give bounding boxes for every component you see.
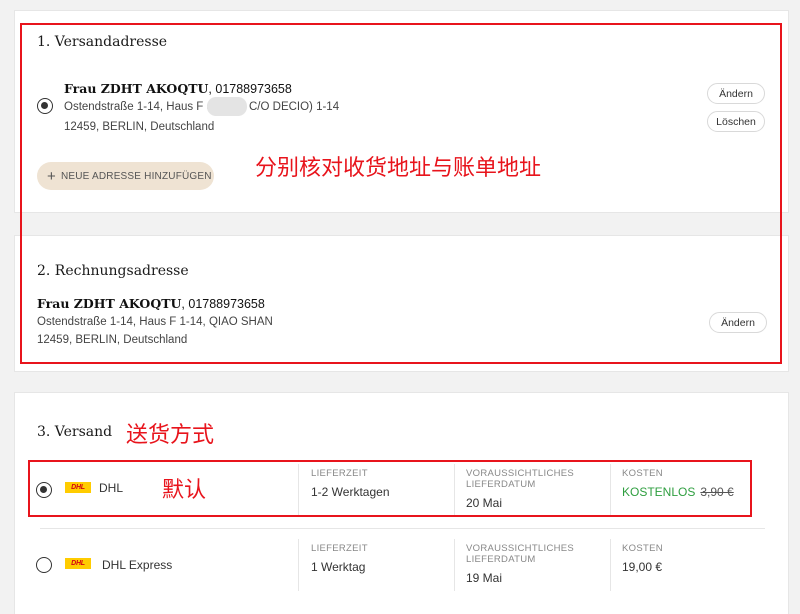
billing-address-street: Ostendstraße 1-14, Haus F 1-14, QIAO SHA…: [37, 316, 273, 328]
billing-address-title: 2. Rechnungsadresse: [37, 263, 189, 279]
section-divider: [14, 212, 789, 236]
shipping-address-name-line: Frau ZDHT AKOQTU, 01788973658: [64, 81, 292, 96]
est-date-label-line2: LIEFERDATUM: [466, 554, 536, 565]
redacted-text: [207, 97, 247, 116]
column-divider: [454, 464, 455, 516]
delivery-time-label: LIEFERZEIT: [311, 468, 368, 479]
est-date-value: 19 Mai: [466, 571, 503, 585]
column-divider: [298, 539, 299, 591]
shipping-method-annotation: 送货方式: [126, 423, 215, 448]
shipping-option-carrier: DHL: [99, 481, 124, 495]
column-divider: [610, 464, 611, 516]
shipping-method-title: 3. Versand: [37, 424, 113, 440]
billing-address-name-line: Frau ZDHT AKOQTU, 01788973658: [37, 296, 265, 311]
shipping-option-dhl-express[interactable]: DHL DHL Express LIEFERZEIT 1 Werktag VOR…: [28, 535, 766, 597]
column-divider: [454, 539, 455, 591]
shipping-address-title: 1. Versandadresse: [37, 34, 168, 50]
add-new-address-button[interactable]: + NEUE ADRESSE HINZUFÜGEN: [37, 162, 214, 190]
column-divider: [298, 464, 299, 516]
cost-label: KOSTEN: [622, 468, 663, 479]
cost-value: 19,00 €: [622, 560, 663, 574]
delivery-time-value: 1-2 Werktagen: [311, 485, 390, 499]
add-new-address-label: NEUE ADRESSE HINZUFÜGEN: [60, 170, 212, 182]
delivery-time-value: 1 Werktag: [311, 560, 366, 574]
edit-shipping-address-button[interactable]: Ändern: [707, 83, 765, 104]
edit-billing-address-button[interactable]: Ändern: [709, 312, 767, 333]
shipping-option-dhl-radio[interactable]: [36, 482, 52, 498]
address-annotation: 分别核对收货地址与账单地址: [255, 156, 542, 181]
est-date-label-line1: VORAUSSICHTLICHES: [466, 468, 575, 479]
default-annotation: 默认: [162, 478, 207, 503]
dhl-logo-icon: DHL: [65, 558, 91, 569]
est-date-label-line1: VORAUSSICHTLICHES: [466, 543, 575, 554]
shipping-address-city: 12459, BERLIN, Deutschland: [64, 121, 215, 133]
shipping-option-carrier: DHL Express: [102, 558, 173, 572]
dhl-logo-icon: DHL: [65, 482, 91, 493]
column-divider: [610, 539, 611, 591]
est-date-label-line2: LIEFERDATUM: [466, 479, 536, 490]
shipping-option-dhl[interactable]: DHL DHL LIEFERZEIT 1-2 Werktagen VORAUSS…: [28, 460, 766, 522]
cost-old-price: 3,90 €: [700, 485, 734, 499]
billing-address-phone: , 01788973658: [181, 297, 265, 311]
plus-icon: +: [47, 167, 56, 185]
checkout-page: 1. Versandadresse Frau ZDHT AKOQTU, 0178…: [0, 0, 800, 614]
delete-shipping-address-button[interactable]: Löschen: [707, 111, 765, 132]
shipping-option-dhl-express-radio[interactable]: [36, 557, 52, 573]
cost-label: KOSTEN: [622, 543, 663, 554]
cost-free: KOSTENLOS: [622, 485, 696, 499]
shipping-address-radio[interactable]: [37, 98, 53, 114]
cost-value: KOSTENLOS 3,90 €: [622, 485, 734, 499]
est-date-value: 20 Mai: [466, 496, 503, 510]
delivery-time-label: LIEFERZEIT: [311, 543, 368, 554]
shipping-address-phone: , 01788973658: [208, 82, 292, 96]
shipping-address-street-prefix: Ostendstraße 1-14, Haus F (: [64, 101, 211, 113]
shipping-address-street-suffix: C/O DECIO) 1-14: [249, 101, 340, 113]
billing-address-name: Frau ZDHT AKOQTU: [37, 296, 182, 311]
billing-address-city: 12459, BERLIN, Deutschland: [37, 334, 188, 346]
row-divider: [40, 528, 765, 529]
shipping-address-name: Frau ZDHT AKOQTU: [64, 81, 209, 96]
